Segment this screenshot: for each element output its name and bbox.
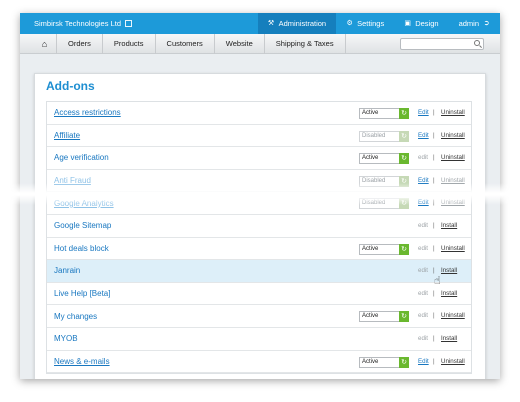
top-nav: ⚒ Administration ⚙ Settings ▣ Design adm… bbox=[257, 13, 500, 34]
tab-design[interactable]: ▣ Design bbox=[394, 13, 448, 34]
pointer-cursor-icon: ☝ bbox=[434, 275, 441, 287]
separator: | bbox=[433, 244, 435, 252]
table-row: MYOB edit | Install bbox=[47, 328, 471, 351]
home-icon: ⌂ bbox=[41, 38, 48, 49]
uninstall-link[interactable]: Uninstall bbox=[441, 312, 465, 319]
tab-settings[interactable]: ⚙ Settings bbox=[336, 13, 394, 34]
logout-icon[interactable]: ➲ bbox=[483, 20, 490, 27]
main-menu: ⌂ Orders Products Customers Website Ship… bbox=[20, 33, 500, 54]
install-link[interactable]: Install bbox=[441, 222, 457, 229]
refresh-icon[interactable]: ↻ bbox=[399, 108, 409, 119]
edit-link[interactable]: edit bbox=[418, 245, 428, 252]
separator: | bbox=[433, 221, 435, 229]
uninstall-link[interactable]: Uninstall bbox=[441, 245, 465, 252]
refresh-icon[interactable]: ↻ bbox=[399, 356, 409, 368]
edit-link[interactable]: Edit bbox=[418, 109, 429, 116]
edit-link[interactable]: Edit bbox=[418, 132, 429, 139]
table-row: Janrain edit | Install bbox=[47, 260, 471, 283]
addon-name[interactable]: Access restrictions bbox=[54, 108, 121, 117]
table-row: Hot deals block Active ↻ edit | Uninstall bbox=[47, 238, 471, 261]
menu-orders[interactable]: Orders bbox=[57, 33, 103, 54]
edit-link[interactable]: edit bbox=[418, 267, 428, 274]
edit-link[interactable]: edit bbox=[418, 222, 428, 229]
uninstall-link[interactable]: Uninstall bbox=[441, 358, 465, 365]
tab-administration-label: Administration bbox=[278, 19, 327, 28]
brand-link[interactable]: Simbirsk Technologies Ltd bbox=[34, 19, 132, 28]
user-menu[interactable]: admin ➲ bbox=[449, 13, 500, 34]
brand-name: Simbirsk Technologies Ltd bbox=[34, 19, 121, 28]
install-link[interactable]: Install bbox=[441, 290, 457, 297]
monitor-icon: ▣ bbox=[404, 20, 412, 27]
addon-name[interactable]: Google Sitemap bbox=[54, 221, 111, 230]
refresh-icon[interactable]: ↻ bbox=[399, 243, 409, 255]
addon-name[interactable]: Janrain bbox=[54, 266, 80, 275]
tab-administration[interactable]: ⚒ Administration bbox=[257, 13, 337, 34]
menu-website-label: Website bbox=[225, 39, 253, 48]
refresh-icon[interactable]: ↻ bbox=[399, 311, 409, 323]
search-input[interactable] bbox=[400, 38, 484, 50]
search-icon[interactable] bbox=[474, 40, 480, 46]
home-button[interactable]: ⌂ bbox=[33, 33, 57, 54]
table-row: News & e-mails Active ↻ Edit | Uninstall bbox=[47, 351, 471, 374]
table-row: My changes Active ↻ edit | Uninstall bbox=[47, 305, 471, 328]
separator: | bbox=[433, 357, 435, 365]
separator: | bbox=[433, 154, 435, 162]
separator: | bbox=[433, 312, 435, 320]
separator: | bbox=[433, 289, 435, 297]
menu-customers-label: Customers bbox=[166, 39, 203, 48]
edit-link[interactable]: edit bbox=[418, 154, 428, 161]
refresh-icon[interactable]: ↻ bbox=[399, 130, 409, 142]
edit-link[interactable]: edit bbox=[418, 290, 428, 297]
section-break bbox=[0, 183, 520, 205]
table-row: Access restrictions Active ↻ Edit | Uninstall bbox=[47, 102, 471, 125]
addon-name[interactable]: News & e-mails bbox=[54, 357, 110, 366]
uninstall-link[interactable]: Uninstall bbox=[441, 109, 465, 116]
install-link[interactable]: Install bbox=[441, 335, 457, 342]
menu-products-label: Products bbox=[113, 39, 144, 48]
tab-settings-label: Settings bbox=[357, 19, 385, 28]
addons-panel: Add-ons Access restrictions Active ↻ Edit | U… bbox=[34, 73, 486, 379]
table-row: Affiliate Disabled ↻ Edit | Uninstall bbox=[47, 125, 471, 148]
addons-list: Access restrictions Active ↻ Edit | Uninstall… bbox=[46, 101, 472, 375]
tab-design-label: Design bbox=[415, 19, 439, 28]
menu-website[interactable]: Website bbox=[215, 33, 265, 54]
addon-name[interactable]: Affiliate bbox=[54, 131, 80, 140]
install-link[interactable]: Install bbox=[441, 267, 457, 274]
separator: | bbox=[433, 334, 435, 342]
refresh-icon[interactable]: ↻ bbox=[399, 153, 409, 165]
menu-shipping-taxes[interactable]: Shipping & Taxes bbox=[265, 33, 346, 54]
edit-link[interactable]: Edit bbox=[418, 358, 429, 365]
addon-name[interactable]: Live Help [Beta] bbox=[54, 289, 110, 298]
table-row: Google Sitemap edit | Install bbox=[47, 215, 471, 238]
addon-name[interactable]: MYOB bbox=[54, 334, 78, 343]
gear-icon: ⚙ bbox=[346, 20, 353, 27]
menu-orders-label: Orders bbox=[68, 39, 91, 48]
uninstall-link[interactable]: Uninstall bbox=[441, 154, 465, 161]
separator: | bbox=[433, 131, 435, 139]
table-row: Live Help [Beta] edit | Install bbox=[47, 283, 471, 306]
menu-customers[interactable]: Customers bbox=[156, 33, 215, 54]
addon-name[interactable]: Age verification bbox=[54, 153, 109, 162]
separator: | bbox=[433, 109, 435, 116]
user-name: admin bbox=[458, 19, 479, 28]
uninstall-link[interactable]: Uninstall bbox=[441, 132, 465, 139]
edit-link[interactable]: edit bbox=[418, 312, 428, 319]
menu-shipping-taxes-label: Shipping & Taxes bbox=[275, 39, 334, 48]
wrench-icon: ⚒ bbox=[267, 20, 275, 27]
external-link-icon bbox=[125, 20, 132, 27]
addon-name[interactable]: My changes bbox=[54, 312, 97, 321]
edit-link[interactable]: edit bbox=[418, 335, 428, 342]
table-row: Age verification Active ↻ edit | Uninstall bbox=[47, 147, 471, 170]
menu-products[interactable]: Products bbox=[103, 33, 156, 54]
top-bar: Simbirsk Technologies Ltd ⚒ Administrati… bbox=[20, 13, 500, 34]
page-title: Add-ons bbox=[46, 79, 95, 93]
addon-name[interactable]: Hot deals block bbox=[54, 244, 109, 253]
